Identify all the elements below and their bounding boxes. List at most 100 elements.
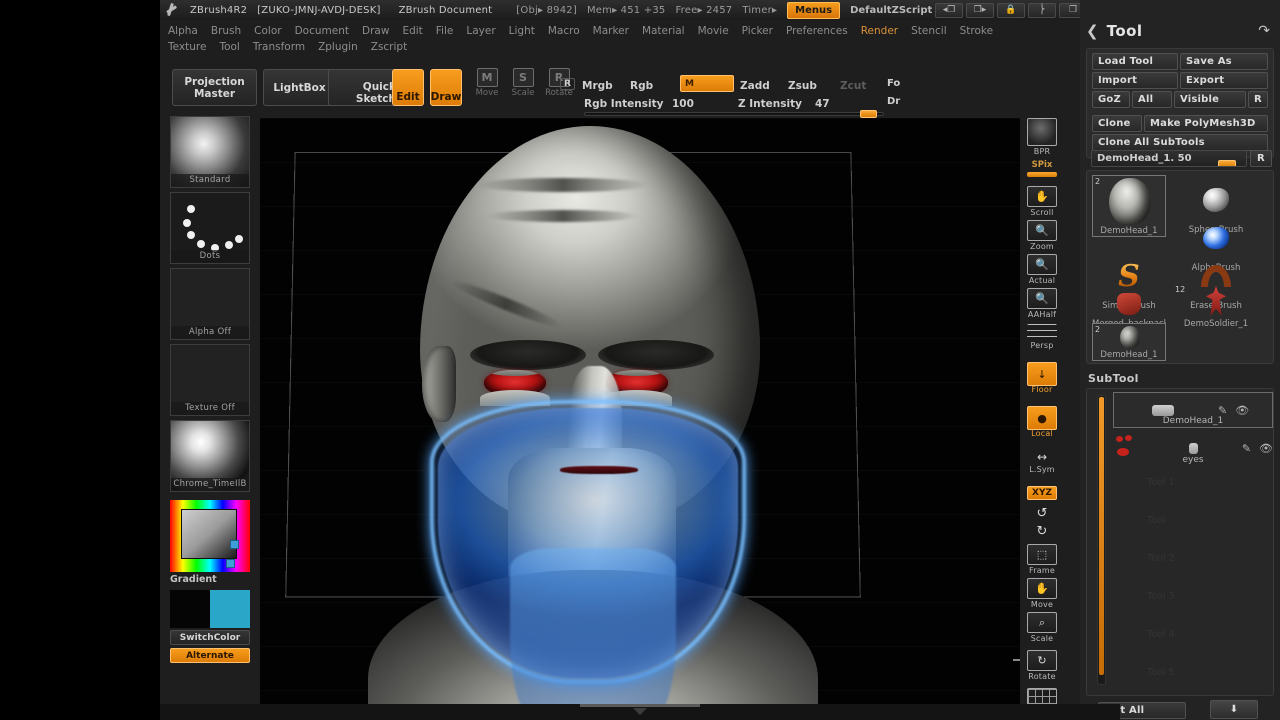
rgb-intensity-slider[interactable]	[584, 112, 884, 116]
menu-item-layer[interactable]: Layer	[466, 23, 495, 39]
subtool-row-dim[interactable]: Tool	[1147, 515, 1165, 526]
menu-item-render[interactable]: Render	[861, 23, 898, 39]
menus-button[interactable]: Menus	[787, 2, 840, 19]
menu-item-file[interactable]: File	[436, 23, 454, 39]
scroll-button[interactable]: ✋ Scroll	[1025, 186, 1059, 217]
tool-thumb-demohead-1-b[interactable]: 2 DemoHead_1	[1092, 323, 1166, 361]
active-tool-slider-knob[interactable]	[1218, 160, 1236, 167]
scale-button[interactable]: S Scale	[508, 68, 538, 98]
persp-button[interactable]: Persp	[1025, 324, 1059, 350]
all-button[interactable]: All	[1132, 91, 1172, 108]
save-as-button[interactable]: Save As	[1180, 53, 1268, 70]
floor-button[interactable]: ↓ Floor	[1025, 362, 1059, 394]
alternate-button[interactable]: Alternate	[170, 648, 250, 663]
r-badge[interactable]: R	[560, 78, 575, 90]
import-button[interactable]: Import	[1092, 72, 1178, 89]
lightbox-button[interactable]: LightBox	[263, 69, 336, 106]
color-marker-secondary[interactable]	[226, 559, 235, 568]
menu-item-preferences[interactable]: Preferences	[786, 23, 848, 39]
bpr-button[interactable]: BPR	[1025, 118, 1059, 156]
subtool-row-dim[interactable]: Tool 4	[1147, 629, 1175, 640]
lock-icon[interactable]: 🔒	[997, 3, 1025, 18]
subtool-row-dim[interactable]: Tool 3	[1147, 591, 1175, 602]
menu-item-texture[interactable]: Texture	[168, 39, 206, 55]
spix-slider[interactable]: SPix	[1025, 160, 1059, 177]
draw-size-label[interactable]: Dr	[887, 96, 900, 107]
clone-all-subtools-button[interactable]: Clone All SubTools	[1092, 134, 1268, 151]
material-swatch[interactable]: Chrome_TimeIlB	[170, 420, 250, 492]
focal-shift-label[interactable]: Fo	[887, 78, 900, 89]
menu-item-movie[interactable]: Movie	[698, 23, 729, 39]
rgb-toggle[interactable]: Rgb	[630, 80, 653, 92]
actual-button[interactable]: 🔍 Actual	[1025, 254, 1059, 285]
draw-button[interactable]: Draw	[430, 69, 462, 106]
visible-r-button[interactable]: R	[1248, 91, 1268, 108]
color-swatches[interactable]	[170, 590, 250, 628]
color-picker[interactable]	[170, 500, 250, 572]
color-marker-primary[interactable]	[230, 540, 239, 549]
window-next-icon[interactable]: ❐▸	[966, 3, 994, 18]
load-tool-button[interactable]: Load Tool	[1092, 53, 1178, 70]
zcut-toggle[interactable]: Zcut	[840, 80, 866, 92]
rgb-intensity-knob[interactable]	[860, 110, 877, 118]
menu-item-brush[interactable]: Brush	[211, 23, 241, 39]
switch-color-button[interactable]: SwitchColor	[170, 630, 250, 645]
menu-item-stencil[interactable]: Stencil	[911, 23, 947, 39]
zoom-button[interactable]: 🔍 Zoom	[1025, 220, 1059, 251]
redo-button[interactable]: ↻	[1025, 524, 1059, 538]
3d-viewport-canvas[interactable]	[260, 118, 1020, 706]
alpha-swatch[interactable]: Alpha Off	[170, 268, 250, 340]
menu-item-document[interactable]: Document	[295, 23, 349, 39]
eye-visibility-icon[interactable]: 👁	[1235, 404, 1249, 417]
menu-item-material[interactable]: Material	[642, 23, 685, 39]
frame-button[interactable]: ⬚ Frame	[1025, 544, 1059, 575]
active-tool-r-button[interactable]: R	[1250, 150, 1272, 167]
secondary-color-swatch[interactable]	[210, 590, 250, 628]
menu-item-zplugin[interactable]: Zplugin	[318, 39, 358, 55]
menu-item-stroke[interactable]: Stroke	[960, 23, 993, 39]
eye-visibility-icon[interactable]: 👁	[1259, 442, 1273, 455]
stroke-swatch[interactable]: Dots	[170, 192, 250, 264]
menu-item-transform[interactable]: Transform	[253, 39, 305, 55]
paint-brush-icon[interactable]: ✎	[1218, 404, 1227, 417]
menu-item-draw[interactable]: Draw	[362, 23, 389, 39]
menu-item-marker[interactable]: Marker	[593, 23, 629, 39]
subtool-row-dim[interactable]: Tool 2	[1147, 553, 1175, 564]
back-arrow-icon[interactable]: ❮	[1086, 22, 1099, 40]
export-button[interactable]: Export	[1180, 72, 1268, 89]
active-tool-slider[interactable]: DemoHead_1. 50	[1091, 150, 1247, 167]
lsym-button[interactable]: ↔ L.Sym	[1025, 450, 1059, 474]
menu-item-alpha[interactable]: Alpha	[168, 23, 198, 39]
make-polymesh3d-button[interactable]: Make PolyMesh3D	[1144, 115, 1268, 132]
menu-item-color[interactable]: Color	[254, 23, 281, 39]
demohead-3d-model[interactable]	[360, 118, 920, 706]
menu-item-picker[interactable]: Picker	[742, 23, 773, 39]
canvas-scroll-down-arrow[interactable]	[633, 708, 647, 715]
subtool-scrollbar-thumb[interactable]	[1099, 397, 1104, 675]
subtool-row-eyes[interactable]: ✎ 👁 eyes	[1113, 430, 1273, 466]
reset-arrow-icon[interactable]: ↷	[1258, 23, 1270, 39]
zsub-toggle[interactable]: Zsub	[788, 80, 817, 92]
scale-gizmo-button[interactable]: ⌕ Scale	[1025, 612, 1059, 643]
timer[interactable]: Timer▸	[742, 5, 777, 16]
menu-item-edit[interactable]: Edit	[402, 23, 422, 39]
clone-button[interactable]: Clone	[1092, 115, 1142, 132]
menu-item-tool[interactable]: Tool	[219, 39, 239, 55]
subtool-row-dim[interactable]: Tool 5	[1147, 667, 1175, 678]
zadd-toggle[interactable]: Zadd	[740, 80, 770, 92]
mrgb-toggle[interactable]: Mrgb	[582, 80, 613, 92]
menu-item-zscript[interactable]: Zscript	[371, 39, 407, 55]
move-gizmo-button[interactable]: ✋ Move	[1025, 578, 1059, 609]
goz-button[interactable]: GoZ	[1092, 91, 1130, 108]
texture-swatch[interactable]: Texture Off	[170, 344, 250, 416]
spix-slider-fill[interactable]	[1027, 172, 1057, 177]
zscript-name[interactable]: DefaultZScript	[850, 5, 932, 16]
move-button[interactable]: M Move	[472, 68, 502, 98]
subtool-visibility-pill[interactable]	[1152, 405, 1174, 416]
subtool-down-button[interactable]: ⬇	[1210, 700, 1258, 719]
projection-master-button[interactable]: Projection Master	[172, 69, 257, 106]
xyz-button[interactable]: XYZ	[1025, 486, 1059, 500]
paint-brush-icon[interactable]: ✎	[1242, 442, 1251, 455]
aahalf-button[interactable]: 🔍 AAHalf	[1025, 288, 1059, 319]
minimize-button[interactable]: ⎬	[1028, 3, 1056, 18]
